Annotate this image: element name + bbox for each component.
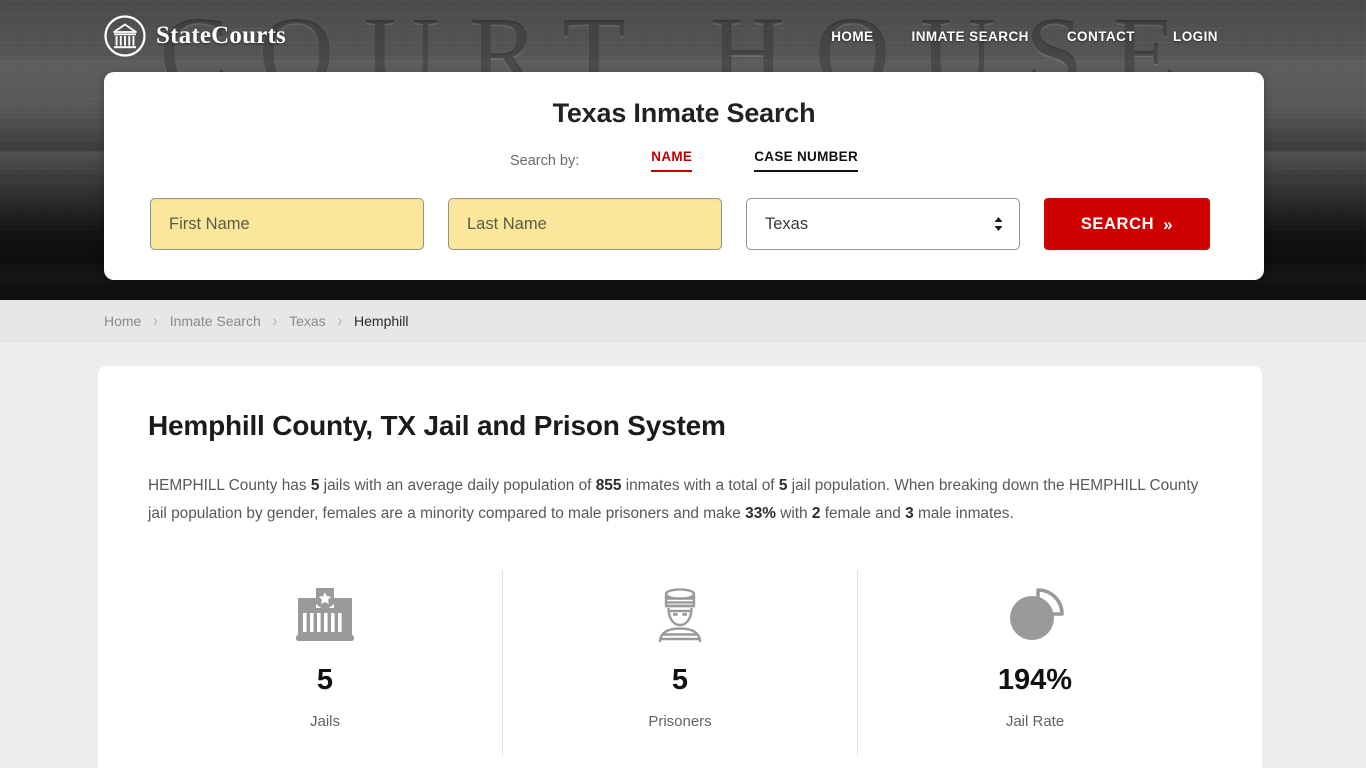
para-text-2: jails with an average daily population o… bbox=[319, 477, 596, 494]
breadcrumb-item-hemphill: Hemphill bbox=[354, 312, 409, 329]
pie-chart-icon bbox=[858, 584, 1212, 646]
nav-item-home[interactable]: HOME bbox=[831, 29, 873, 44]
content-wrapper: Hemphill County, TX Jail and Prison Syst… bbox=[0, 342, 1366, 768]
tab-name[interactable]: NAME bbox=[651, 149, 693, 172]
stat-jails-value: 5 bbox=[316, 664, 334, 696]
last-name-input[interactable] bbox=[448, 198, 722, 250]
double-chevron-right-icon: » bbox=[1163, 214, 1174, 234]
stat-jail-rate: 194% Jail Rate bbox=[857, 570, 1212, 756]
breadcrumb-item-texas[interactable]: Texas bbox=[289, 313, 326, 329]
breadcrumb: Home › Inmate Search › Texas › Hemphill bbox=[104, 311, 409, 330]
para-text-1: HEMPHILL County has bbox=[148, 477, 311, 494]
search-by-label: Search by: bbox=[509, 152, 580, 169]
brand-logo-link[interactable]: StateCourts bbox=[104, 15, 286, 57]
search-card-title: Texas Inmate Search bbox=[552, 98, 816, 128]
stats-row: 5 Jails 5 Prisoners 194% Jail Rate bbox=[148, 564, 1212, 756]
para-text-3: inmates with a total of bbox=[621, 477, 779, 494]
para-stat-female-percent: 33% bbox=[745, 505, 776, 522]
main-nav: HOME INMATE SEARCH CONTACT LOGIN bbox=[831, 29, 1218, 44]
jail-building-icon bbox=[148, 584, 502, 646]
stat-prisoners-label: Prisoners bbox=[648, 713, 712, 730]
search-button[interactable]: SEARCH » bbox=[1044, 198, 1210, 250]
stat-prisoners-value: 5 bbox=[671, 664, 689, 696]
para-text-5: with bbox=[775, 505, 812, 522]
county-info-panel: Hemphill County, TX Jail and Prison Syst… bbox=[98, 366, 1262, 768]
breadcrumb-item-inmate-search[interactable]: Inmate Search bbox=[170, 313, 261, 329]
chevron-right-icon: › bbox=[337, 311, 343, 330]
stat-jails-label: Jails bbox=[309, 713, 340, 730]
prisoner-icon bbox=[503, 584, 857, 646]
search-by-row: Search by: NAME CASE NUMBER bbox=[150, 149, 1218, 172]
para-text-7: male inmates. bbox=[913, 505, 1014, 522]
inmate-search-card: Texas Inmate Search Search by: NAME CASE… bbox=[104, 72, 1264, 280]
state-select-wrapper: Texas bbox=[746, 198, 1020, 250]
tab-case-number[interactable]: CASE NUMBER bbox=[754, 149, 859, 172]
page-title: Hemphill County, TX Jail and Prison Syst… bbox=[148, 410, 726, 441]
nav-item-contact[interactable]: CONTACT bbox=[1067, 29, 1135, 44]
hero-banner: COURT HOUSE StateCourts HOME bbox=[0, 0, 1366, 300]
top-navigation-bar: StateCourts HOME INMATE SEARCH CONTACT L… bbox=[0, 0, 1366, 72]
para-stat-avg-daily-population: 855 bbox=[595, 477, 622, 494]
search-button-label: SEARCH bbox=[1080, 214, 1155, 233]
breadcrumb-item-home[interactable]: Home bbox=[104, 313, 141, 329]
stat-jail-rate-label: Jail Rate bbox=[1005, 713, 1065, 730]
para-text-6: female and bbox=[820, 505, 906, 522]
stat-jail-rate-value: 194% bbox=[997, 664, 1073, 696]
first-name-input[interactable] bbox=[150, 198, 424, 250]
chevron-right-icon: › bbox=[272, 311, 278, 330]
breadcrumb-bar: Home › Inmate Search › Texas › Hemphill bbox=[0, 300, 1366, 342]
courthouse-emblem-icon bbox=[104, 15, 146, 57]
state-select[interactable]: Texas bbox=[746, 198, 1020, 250]
brand-name: StateCourts bbox=[156, 22, 286, 49]
chevron-right-icon: › bbox=[153, 311, 158, 330]
nav-item-inmate-search[interactable]: INMATE SEARCH bbox=[912, 29, 1029, 44]
para-stat-male-count: 3 bbox=[905, 505, 914, 522]
nav-item-login[interactable]: LOGIN bbox=[1173, 29, 1218, 44]
stat-jails: 5 Jails bbox=[148, 570, 502, 756]
search-fields-row: Texas SEARCH » bbox=[150, 198, 1218, 250]
stat-prisoners: 5 Prisoners bbox=[502, 570, 857, 756]
county-summary-paragraph: HEMPHILL County has 5 jails with an aver… bbox=[148, 472, 1204, 528]
